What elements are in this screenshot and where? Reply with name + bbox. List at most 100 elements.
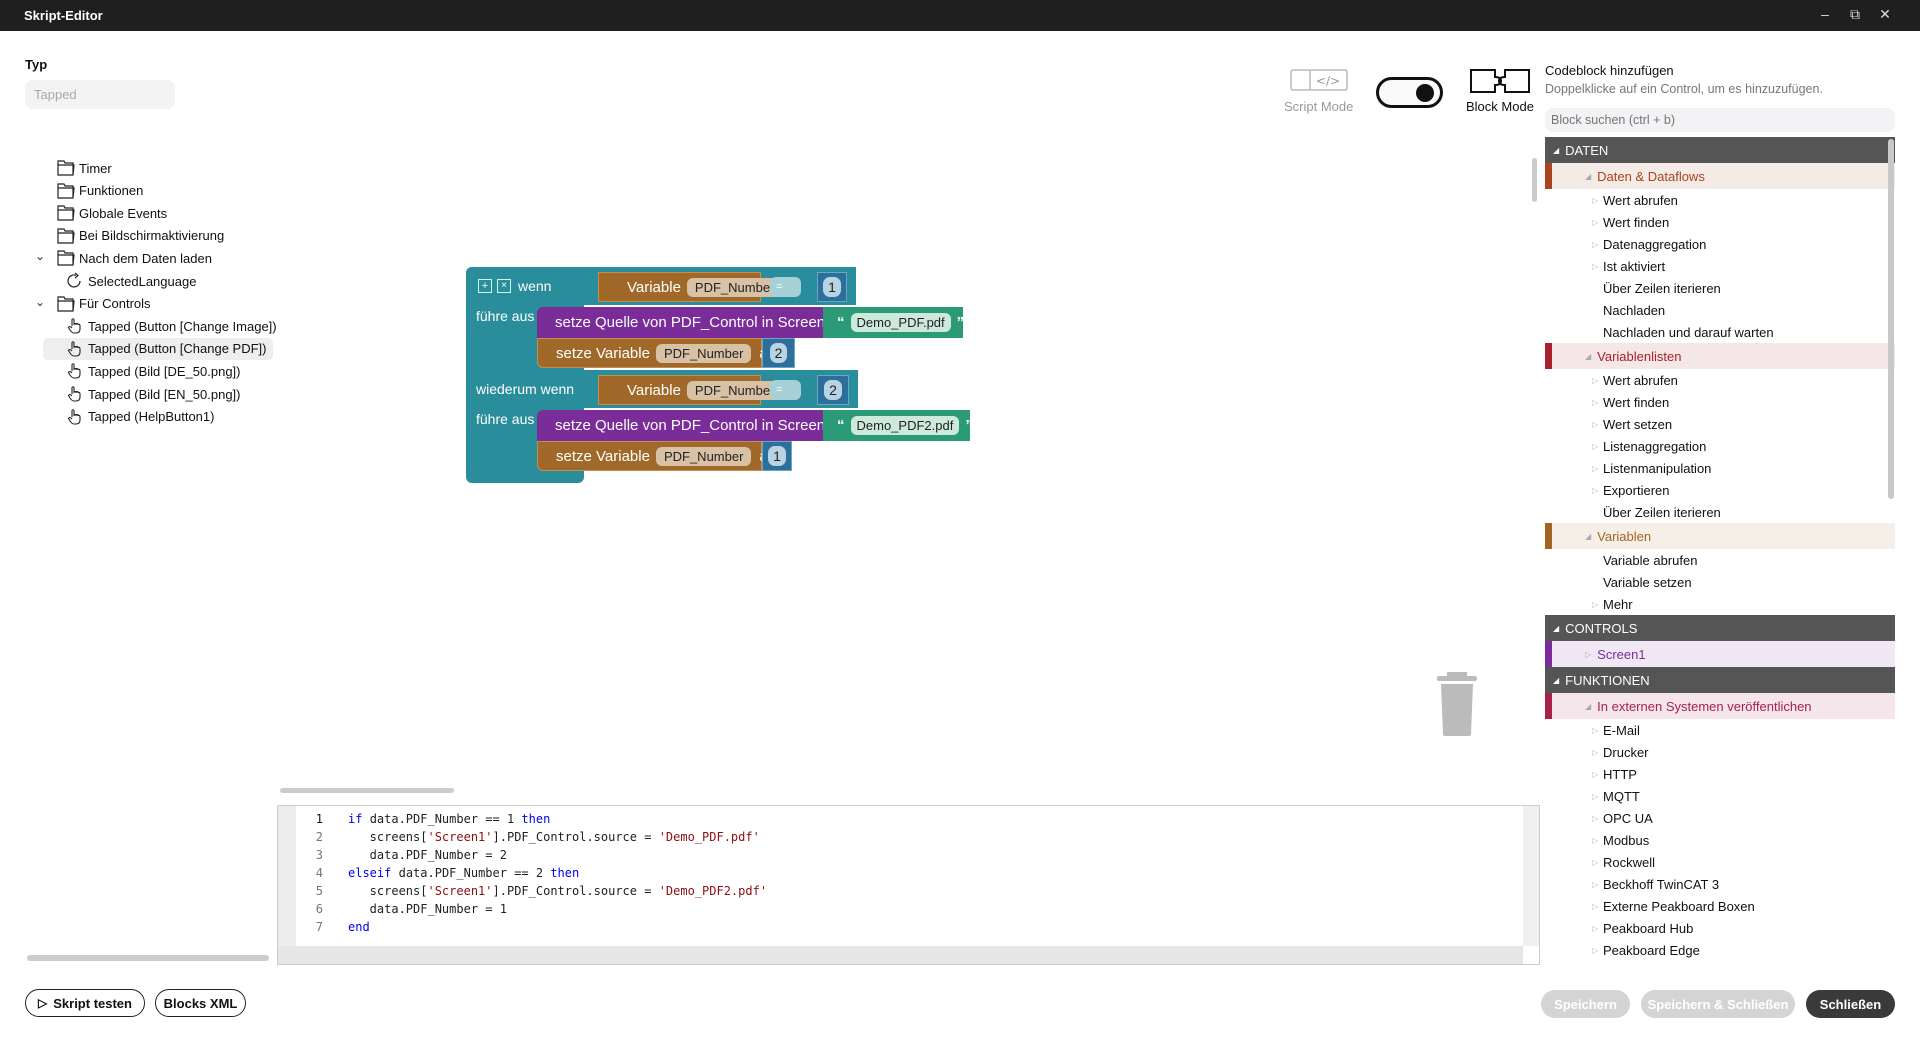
item-label: Listenaggregation [1603, 438, 1707, 454]
palette-item[interactable]: ▷ Wert finden [1545, 391, 1895, 413]
folder-icon [57, 182, 75, 199]
tree-item[interactable]: SelectedLanguage [66, 270, 196, 292]
palette-item[interactable]: ▷ Mehr [1545, 593, 1895, 615]
tree-item[interactable]: Tapped (Button [Change PDF]) [43, 337, 273, 360]
palette-item[interactable]: ▷ Wert setzen [1545, 413, 1895, 435]
set-variable-block[interactable]: setze Variable PDF_Number auf [537, 338, 780, 368]
palette-section-header[interactable]: ◢ FUNKTIONEN [1545, 667, 1895, 693]
canvas-vertical-scrollbar[interactable] [1532, 158, 1537, 202]
set-variable-block[interactable]: setze Variable PDF_Number auf [537, 441, 780, 471]
block-search-input[interactable] [1545, 108, 1895, 132]
palette-item[interactable]: ▷ Datenaggregation [1545, 233, 1895, 255]
number-block[interactable]: 2 [817, 375, 849, 405]
script-mode-icon[interactable]: </> [1290, 69, 1348, 91]
tree-item[interactable]: Tapped (Button [Change Image]) [66, 315, 277, 337]
close-icon[interactable]: ✕ [1875, 6, 1895, 24]
palette-item[interactable]: ▷Nachladen [1545, 299, 1895, 321]
type-input[interactable] [25, 80, 175, 109]
text-value[interactable]: Demo_PDF2.pdf [850, 416, 960, 435]
palette-item[interactable]: ▷ HTTP [1545, 763, 1895, 785]
palette-section-header[interactable]: ◢ DATEN [1545, 137, 1895, 163]
canvas-horizontal-scrollbar[interactable] [280, 788, 454, 793]
tree-item[interactable]: ⌄ Nach dem Daten laden [35, 247, 212, 269]
test-script-button[interactable]: ▷ Skript testen [25, 989, 145, 1017]
number-block[interactable]: 1 [817, 272, 847, 302]
palette-item[interactable]: ▷Variable abrufen [1545, 549, 1895, 571]
palette-item[interactable]: ▷ Listenmanipulation [1545, 457, 1895, 479]
tree-item[interactable]: ⌄ Für Controls [35, 293, 151, 315]
expand-triangle-icon: ▷ [1592, 835, 1599, 845]
chevron-down-icon[interactable]: ⌄ [35, 295, 45, 309]
palette-item[interactable]: ▷ Drucker [1545, 741, 1895, 763]
palette-item[interactable]: ▷Über Zeilen iterieren [1545, 501, 1895, 523]
number-value[interactable]: 2 [769, 343, 788, 363]
restore-icon[interactable]: ⧉ [1845, 6, 1865, 24]
palette-item[interactable]: ▷ Wert abrufen [1545, 369, 1895, 391]
trash-icon[interactable] [1437, 672, 1477, 736]
palette-scrollbar[interactable] [1888, 139, 1894, 499]
palette-item[interactable]: ▷ Exportieren [1545, 479, 1895, 501]
palette-category[interactable]: ◢ Variablenlisten [1545, 343, 1895, 369]
blocks-xml-button[interactable]: Blocks XML [155, 989, 246, 1017]
block-mode-icon[interactable] [1469, 68, 1531, 94]
save-button[interactable]: Speichern [1541, 990, 1630, 1018]
variable-dropdown[interactable]: PDF_Number [686, 277, 783, 297]
operator-dropdown[interactable]: = [770, 277, 801, 297]
number-block[interactable]: 2 [762, 338, 795, 368]
palette-item[interactable]: ▷ Ist aktiviert [1545, 255, 1895, 277]
variable-get-block[interactable]: Variable PDF_Number [598, 272, 783, 302]
code-preview[interactable]: 1 if data.PDF_Number == 1 then 2 screens['… [277, 805, 1540, 965]
operator-dropdown[interactable]: = [770, 380, 801, 400]
tree-item[interactable]: Tapped (Bild [EN_50.png]) [66, 383, 240, 405]
palette-item[interactable]: ▷Variable setzen [1545, 571, 1895, 593]
palette-item[interactable]: ▷ Peakboard Hub [1545, 917, 1895, 939]
palette-item[interactable]: ▷Nachladen und darauf warten [1545, 321, 1895, 343]
text-value[interactable]: Demo_PDF.pdf [850, 313, 951, 332]
palette-item[interactable]: ▷ Wert abrufen [1545, 189, 1895, 211]
number-value[interactable]: 1 [768, 446, 786, 466]
tree-item[interactable]: Timer [57, 157, 112, 179]
set-source-block[interactable]: setze Quelle von PDF_Control in Screen1 … [537, 410, 859, 441]
tree-item[interactable]: Tapped (HelpButton1) [66, 406, 214, 428]
tree-scrollbar[interactable] [27, 955, 269, 961]
minimize-icon[interactable]: – [1815, 6, 1835, 24]
palette-item[interactable]: ▷Über Zeilen iterieren [1545, 277, 1895, 299]
text-block[interactable]: “Demo_PDF2.pdf” [823, 410, 973, 441]
palette-item[interactable]: ▷ Modbus [1545, 829, 1895, 851]
palette-section-header[interactable]: ◢ CONTROLS [1545, 615, 1895, 641]
palette-item[interactable]: ▷ Rockwell [1545, 851, 1895, 873]
palette-item[interactable]: ▷ MQTT [1545, 785, 1895, 807]
palette-item[interactable]: ▷ Wert finden [1545, 211, 1895, 233]
variable-dropdown[interactable]: PDF_Number [655, 446, 752, 466]
code-vertical-scrollbar[interactable] [1523, 806, 1539, 946]
palette-item[interactable]: ▷ Beckhoff TwinCAT 3 [1545, 873, 1895, 895]
tree-item[interactable]: Funktionen [57, 180, 143, 202]
palette-item[interactable]: ▷ OPC UA [1545, 807, 1895, 829]
chevron-down-icon[interactable]: ⌄ [35, 249, 45, 263]
close-button[interactable]: Schließen [1806, 990, 1895, 1018]
palette-item[interactable]: ▷ Peakboard Edge [1545, 939, 1895, 961]
code-horizontal-scrollbar[interactable] [278, 946, 1523, 964]
palette-item[interactable]: ▷ Externe Peakboard Boxen [1545, 895, 1895, 917]
number-value[interactable]: 2 [824, 380, 842, 400]
variable-dropdown[interactable]: PDF_Number [655, 343, 752, 363]
mode-toggle[interactable] [1376, 77, 1443, 108]
number-block[interactable]: 1 [762, 441, 792, 471]
palette-category[interactable]: ◢ Variablen [1545, 523, 1895, 549]
palette-item[interactable]: ▷ Listenaggregation [1545, 435, 1895, 457]
close-icon[interactable]: × [497, 279, 511, 293]
tree-item[interactable]: Globale Events [57, 202, 167, 224]
variable-dropdown[interactable]: PDF_Number [686, 380, 783, 400]
tree-item[interactable]: Bei Bildschirmaktivierung [57, 225, 224, 247]
palette-category[interactable]: ◢ Daten & Dataflows [1545, 163, 1895, 189]
number-value[interactable]: 1 [823, 277, 841, 297]
variable-get-block[interactable]: Variable PDF_Number [598, 375, 783, 405]
palette-category[interactable]: ◢ In externen Systemen veröffentlichen [1545, 693, 1895, 719]
palette-category[interactable]: ▷ Screen1 [1545, 641, 1895, 667]
set-source-block[interactable]: setze Quelle von PDF_Control in Screen1 … [537, 307, 859, 338]
text-block[interactable]: “Demo_PDF.pdf” [823, 307, 964, 338]
save-and-close-button[interactable]: Speichern & Schließen [1641, 990, 1795, 1018]
palette-item[interactable]: ▷ E-Mail [1545, 719, 1895, 741]
plus-icon[interactable]: + [478, 279, 492, 293]
tree-item[interactable]: Tapped (Bild [DE_50.png]) [66, 360, 240, 382]
